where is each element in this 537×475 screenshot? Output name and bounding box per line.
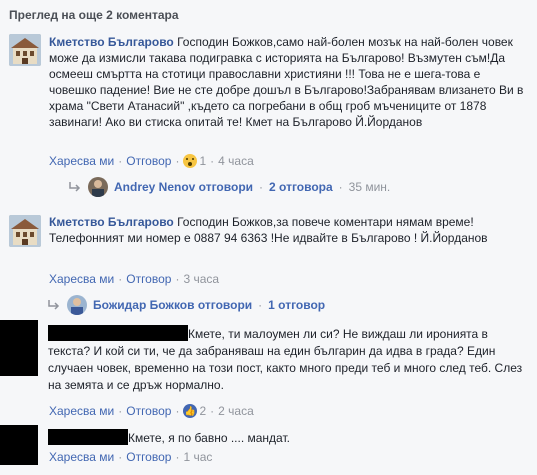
comment-1-text: Господин Божков,само най-болен мозък на … <box>49 35 524 129</box>
comment-2-replies-summary[interactable]: Божидар Божков отговори · 1 отговор <box>47 295 325 315</box>
reply-arrow-icon <box>69 182 81 192</box>
comment-3-actions: Харесва ми · Отговор · 👍 2 · 2 часа <box>49 404 254 418</box>
comment-4-body: Кмете, я по бавно .... мандат. <box>128 430 518 446</box>
comment-1-reply-button[interactable]: Отговор <box>126 154 171 168</box>
reply-arrow-icon <box>48 300 60 310</box>
comment-4-time[interactable]: 1 час <box>183 450 212 464</box>
comment-2-body: Кметство Българово Господин Божков,за по… <box>49 214 521 246</box>
like-reaction-icon: 👍 <box>183 404 198 418</box>
comment-3-like-button[interactable]: Харесва ми <box>49 404 114 418</box>
comment-1-body: Кметство Българово Господин Божков,само … <box>49 34 531 130</box>
comment-3-reply-button[interactable]: Отговор <box>126 404 171 418</box>
comment-3-body: Кмете, ти малоумен ли си? Не виждаш ли и… <box>48 326 526 394</box>
comment-1-replies-summary[interactable]: Andrey Nenov отговори · 2 отговора · 35 … <box>68 177 390 197</box>
reply-author: Божидар Божков отговори <box>93 298 253 312</box>
mayor-avatar-2[interactable] <box>9 215 41 247</box>
comment-3-time[interactable]: 2 часа <box>218 404 254 418</box>
comment-4-reply-button[interactable]: Отговор <box>126 450 171 464</box>
reply-time: 35 мин. <box>348 180 391 194</box>
comment-4-actions: Харесва ми · Отговор · 1 час <box>49 450 213 464</box>
comment-1-actions: Харесва ми · Отговор · 1 · 4 часа <box>49 154 254 168</box>
view-more-comments-link[interactable]: Преглед на още 2 коментара <box>9 8 179 22</box>
building-icon <box>9 215 41 247</box>
comment-2-time[interactable]: 3 часа <box>183 272 219 286</box>
comment-2-reply-button[interactable]: Отговор <box>126 272 171 286</box>
comment-2-actions: Харесва ми · Отговор · 3 часа <box>49 272 220 286</box>
building-icon <box>9 34 41 66</box>
wow-reaction-icon <box>183 154 198 168</box>
bozhidar-avatar <box>67 295 87 315</box>
comment-1-author[interactable]: Кметство Българово <box>49 35 174 49</box>
comment-4-text: Кмете, я по бавно .... мандат. <box>128 431 290 445</box>
reply-author: Andrey Nenov отговори <box>114 180 254 194</box>
reply-count: 1 отговор <box>268 298 326 312</box>
comment-2-author[interactable]: Кметство Българово <box>49 215 174 229</box>
comment-4-like-button[interactable]: Харесва ми <box>49 450 114 464</box>
comment-1-like-button[interactable]: Харесва ми <box>49 154 114 168</box>
comment-3-text: Кмете, ти малоумен ли си? Не виждаш ли и… <box>48 327 523 392</box>
comment-2-like-button[interactable]: Харесва ми <box>49 272 114 286</box>
reply-count: 2 отговора <box>269 180 333 194</box>
comment-3-reactions[interactable]: 👍 2 <box>183 404 206 418</box>
redacted-avatar-2 <box>0 425 38 465</box>
comment-1-reactions[interactable]: 1 <box>183 154 206 168</box>
redacted-avatar <box>0 320 38 376</box>
andrey-avatar <box>88 177 108 197</box>
redacted-author-name-2 <box>48 429 128 445</box>
comment-1-time[interactable]: 4 часа <box>218 154 254 168</box>
mayor-avatar[interactable] <box>9 34 41 66</box>
